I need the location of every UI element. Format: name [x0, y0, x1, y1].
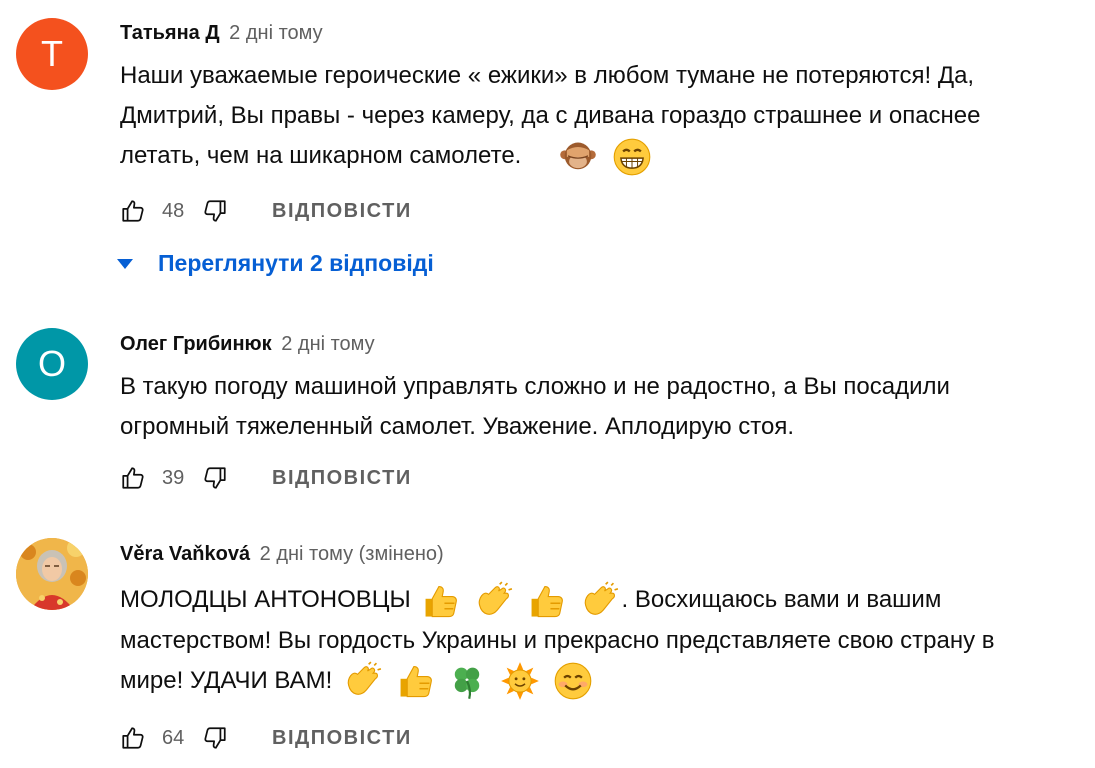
comment-time[interactable]: 2 дні тому — [281, 333, 374, 355]
comment-text-line: Дмитрий, Вы правы - через камеру, да с д… — [120, 102, 981, 129]
comment-actions: 39 ВІДПОВІСТИ — [118, 462, 412, 494]
comment-text-line: Наши уважаемые героические « ежики» в лю… — [120, 62, 975, 89]
view-replies-button[interactable]: Переглянути 2 відповіді — [116, 250, 434, 277]
comment-time[interactable]: 2 дні тому (змінено) — [260, 543, 444, 565]
avatar[interactable] — [16, 538, 88, 610]
avatar[interactable]: T — [16, 18, 88, 90]
thumbs-up-icon — [120, 465, 146, 491]
comment-text: Наши уважаемые героические « ежики» в лю… — [120, 56, 1080, 177]
comment-text-segment: мире! УДАЧИ ВАМ! — [120, 666, 333, 694]
dislike-button[interactable] — [200, 196, 230, 226]
like-count: 48 — [162, 199, 185, 222]
comment-text-line: мире! УДАЧИ ВАМ! — [120, 661, 1080, 702]
reply-button[interactable]: ВІДПОВІСТИ — [272, 727, 412, 750]
thumbs-up-emoji — [395, 661, 435, 701]
sun-with-face-emoji — [500, 661, 540, 701]
comment-text-line: летать, чем на шикарном самолете. — [120, 136, 1080, 177]
thumbs-up-emoji — [526, 581, 566, 621]
thumbs-down-icon — [202, 198, 228, 224]
thumbs-down-icon — [202, 725, 228, 751]
comment-text-line: В такую погоду машиной управлять сложно … — [120, 373, 950, 400]
avatar-letter: T — [41, 33, 63, 74]
avatar[interactable]: О — [16, 328, 88, 400]
comment-text: МОЛОДЦЫ АНТОНОВЦЫ . Восхищаюсь вами и ва… — [120, 580, 1080, 701]
comment-text-segment: МОЛОДЦЫ АНТОНОВЦЫ — [120, 586, 411, 613]
caret-down-icon — [117, 258, 133, 269]
clapping-hands-emoji — [342, 661, 382, 701]
thumbs-up-icon — [120, 198, 146, 224]
comment-actions: 64 ВІДПОВІСТИ — [118, 722, 412, 754]
dislike-button[interactable] — [200, 723, 230, 753]
see-no-evil-monkey-emoji — [556, 137, 600, 177]
dislike-button[interactable] — [200, 463, 230, 493]
comment-text: В такую погоду машиной управлять сложно … — [120, 367, 1080, 447]
avatar-letter: О — [37, 343, 66, 384]
comment-time[interactable]: 2 дні тому — [229, 22, 322, 44]
like-count: 64 — [162, 726, 185, 749]
comment-actions: 48 ВІДПОВІСТИ — [118, 195, 412, 227]
comment-text-line: мастерством! Вы гордость Украины и прекр… — [120, 626, 995, 654]
clapping-hands-emoji — [473, 581, 513, 621]
four-leaf-clover-emoji — [447, 661, 487, 701]
thumbs-up-emoji — [420, 581, 460, 621]
smiling-face-emoji — [553, 661, 593, 701]
profile-photo — [16, 538, 88, 610]
thumbs-down-icon — [202, 465, 228, 491]
comment-text-segment: летать, чем на шикарном самолете. — [120, 142, 522, 169]
like-button[interactable] — [118, 196, 148, 226]
author-name[interactable]: Věra Vaňková — [120, 543, 250, 565]
comment-text-segment: . Восхищаюсь вами и вашим — [621, 586, 942, 613]
clapping-hands-emoji — [579, 581, 619, 621]
comment-text-line: огромный тяжеленный самолет. Уважение. А… — [120, 413, 795, 440]
grinning-face-emoji — [612, 137, 652, 177]
comment-text-line: МОЛОДЦЫ АНТОНОВЦЫ . Восхищаюсь вами и ва… — [120, 580, 1080, 621]
thumbs-up-icon — [120, 725, 146, 751]
like-button[interactable] — [118, 463, 148, 493]
reply-button[interactable]: ВІДПОВІСТИ — [272, 200, 412, 223]
comment-header: Олег Грибинюк 2 дні тому — [120, 333, 375, 356]
like-button[interactable] — [118, 723, 148, 753]
reply-button[interactable]: ВІДПОВІСТИ — [272, 467, 412, 490]
like-count: 39 — [162, 466, 185, 489]
comment-header: Татьяна Д 2 дні тому — [120, 22, 323, 45]
comment-header: Věra Vaňková 2 дні тому (змінено) — [120, 543, 444, 566]
view-replies-label: Переглянути 2 відповіді — [158, 250, 434, 276]
author-name[interactable]: Татьяна Д — [120, 22, 220, 44]
author-name[interactable]: Олег Грибинюк — [120, 333, 272, 355]
